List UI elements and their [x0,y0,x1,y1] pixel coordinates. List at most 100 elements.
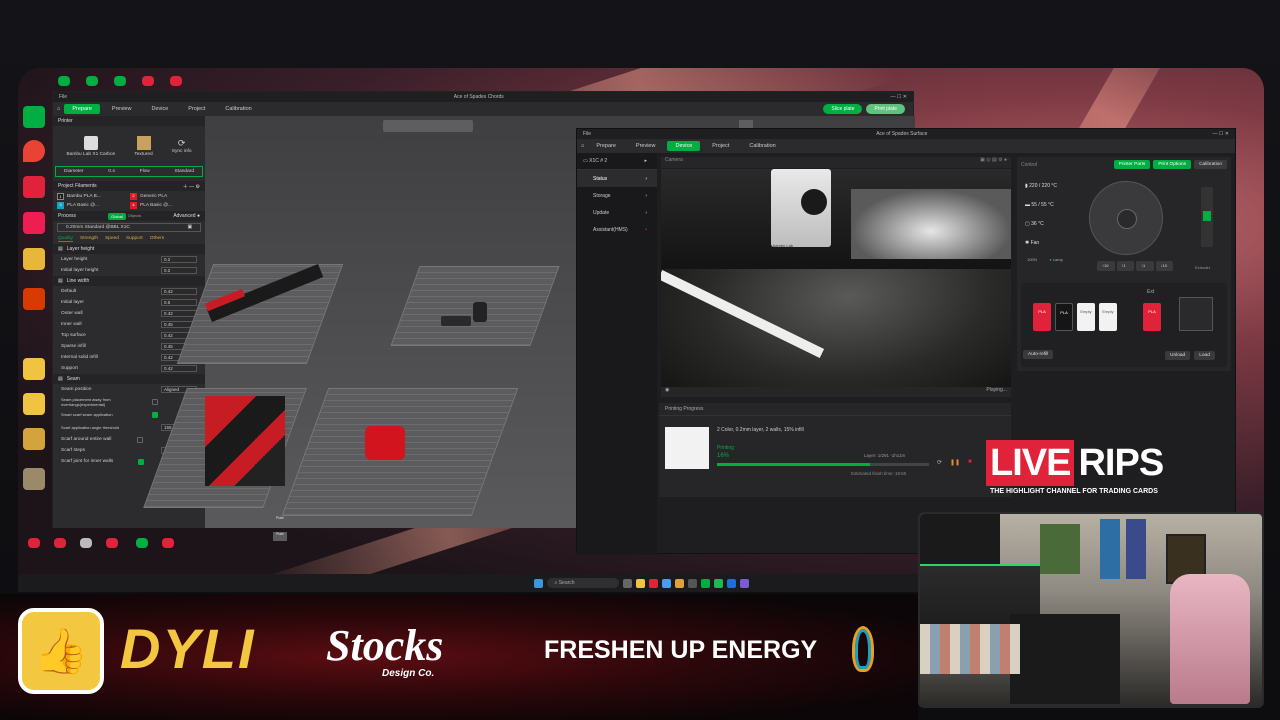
home-icon[interactable]: ⌂ [581,143,584,149]
shortcut-icon[interactable] [86,76,98,86]
lamp-toggle[interactable]: ● Lamp [1049,257,1063,262]
tab-device[interactable]: Device [667,141,701,151]
nozzle-temp[interactable]: ▮ 220 / 220 °C [1025,177,1057,196]
tab-speed[interactable]: Speed [105,236,119,242]
tab-others[interactable]: Others [150,236,164,242]
setting-input[interactable]: 0.5 [161,299,197,306]
file-menu[interactable]: File [59,94,67,100]
shortcut-icon[interactable] [106,538,118,548]
shortcut-icon[interactable] [80,538,92,548]
slice-plate-button[interactable]: Slice plate [823,104,863,114]
objects-toggle[interactable]: Objects [128,213,142,220]
camera-toggle-icon[interactable]: ◉ [665,387,669,397]
filament-slot[interactable]: 2 Generic PLA [130,193,201,200]
z-down-small-button[interactable]: ↓1 [1136,261,1154,271]
taskbar-search[interactable]: ⌕ Search [546,578,619,588]
ams-slot-3[interactable]: Empty [1077,303,1095,331]
filament-tools[interactable]: ＋ — ⚙ [183,183,200,190]
tab-preview[interactable]: Preview [104,104,140,114]
camera-tools[interactable]: ▣ ◎ ▤ ⚙ ● [980,157,1007,168]
folder-icon[interactable] [23,468,45,490]
scarf-wall-checkbox[interactable] [137,436,144,443]
shortcut-icon[interactable] [58,76,70,86]
tab-calibration[interactable]: Calibration [741,141,783,151]
z-down-button[interactable]: ↓10 [1155,261,1173,271]
setting-input[interactable]: 0.2 [161,256,197,263]
chamber-temp[interactable]: ▢ 36 °C [1025,215,1057,234]
bed-temp[interactable]: ▬ 55 / 55 °C [1025,196,1057,215]
window-controls[interactable]: — ☐ ✕ [891,94,907,100]
calibration-button[interactable]: Calibration [1194,160,1227,169]
viewport-toolbar[interactable] [383,120,473,132]
folder-icon[interactable] [23,393,45,415]
tab-project[interactable]: Project [704,141,737,151]
tab-prepare[interactable]: Prepare [588,141,624,151]
speed-control[interactable]: 100% [1027,257,1037,262]
bambu-studio-icon[interactable] [700,578,710,588]
printer-parts-button[interactable]: Printer Parts [1113,160,1151,169]
shortcut-icon[interactable] [114,76,126,86]
tab-prepare[interactable]: Prepare [64,104,100,114]
explorer-icon[interactable] [635,578,645,588]
chrome-icon[interactable] [23,176,45,198]
camera-icon[interactable] [23,248,45,270]
tab-support[interactable]: Support [126,236,143,242]
advanced-toggle[interactable]: Advanced ● [173,213,200,219]
app-icon[interactable] [726,578,736,588]
spotify-icon[interactable] [713,578,723,588]
home-axes-button[interactable] [1117,209,1137,229]
auto-refill-button[interactable]: Auto-refill [1023,350,1054,359]
load-button[interactable]: Load [1194,351,1215,360]
gallery-icon[interactable] [23,288,45,310]
tiktok-icon[interactable] [23,212,45,234]
shortcut-icon[interactable] [28,538,40,548]
shortcut-icon[interactable] [136,538,148,548]
flow-select[interactable]: Standard [175,169,194,174]
model-part[interactable] [365,426,405,460]
sync-info-button[interactable]: ⟳ Sync info [172,138,192,154]
sidebar-item-assistant[interactable]: Assistant(HMS) • [577,221,657,238]
start-icon[interactable] [533,578,543,588]
maps-icon[interactable] [23,140,45,162]
global-toggle[interactable]: Global [108,212,126,220]
tab-device[interactable]: Device [143,104,176,114]
app-icon[interactable] [648,578,658,588]
home-icon[interactable]: ⌂ [57,106,60,112]
smart-scarf-checkbox[interactable] [152,411,158,418]
shortcut-icon[interactable] [54,538,66,548]
z-up-button[interactable]: ↑10 [1097,261,1115,271]
profile-select[interactable]: 0.20mm Standard @BBL X1C ▣ [57,223,201,232]
jog-pad[interactable] [1089,181,1163,255]
model-part[interactable] [473,302,487,322]
tab-calibration[interactable]: Calibration [217,104,259,114]
seam-away-checkbox[interactable] [152,398,158,405]
ext-spool[interactable]: PLA [1143,303,1161,331]
print-options-button[interactable]: Print Options [1153,160,1192,169]
setting-input[interactable]: 0.42 [161,288,197,295]
window-controls[interactable]: — ☐ ✕ [1213,131,1229,137]
folder-icon[interactable] [23,358,45,380]
ams-slot-1[interactable]: PLA [1033,303,1051,331]
tab-project[interactable]: Project [180,104,213,114]
app-icon[interactable] [687,578,697,588]
file-menu[interactable]: File [583,131,591,137]
printer-select[interactable]: ▭ X1C # 2 ▸ [577,153,657,170]
diameter-select[interactable]: 0.4 [108,169,115,174]
app-icon[interactable] [661,578,671,588]
shortcut-icon[interactable] [162,538,174,548]
stop-icon[interactable]: ■ [968,459,972,466]
plate-select[interactable]: Textured [134,135,153,157]
speed-icon[interactable]: ⟳ [937,459,942,466]
sidebar-item-status[interactable]: Status › [577,170,657,187]
model-part[interactable] [205,396,285,486]
folder-icon[interactable] [23,428,45,450]
tab-preview[interactable]: Preview [628,141,664,151]
taskview-icon[interactable] [622,578,632,588]
save-icon[interactable]: ▣ [187,225,192,230]
tab-strength[interactable]: Strength [80,236,98,242]
shortcut-icon[interactable] [142,76,154,86]
extruder-control[interactable] [1201,187,1213,247]
unload-button[interactable]: Unload [1165,351,1191,360]
setting-input[interactable]: 0.2 [161,267,197,274]
bambu-studio-icon[interactable] [23,106,45,128]
